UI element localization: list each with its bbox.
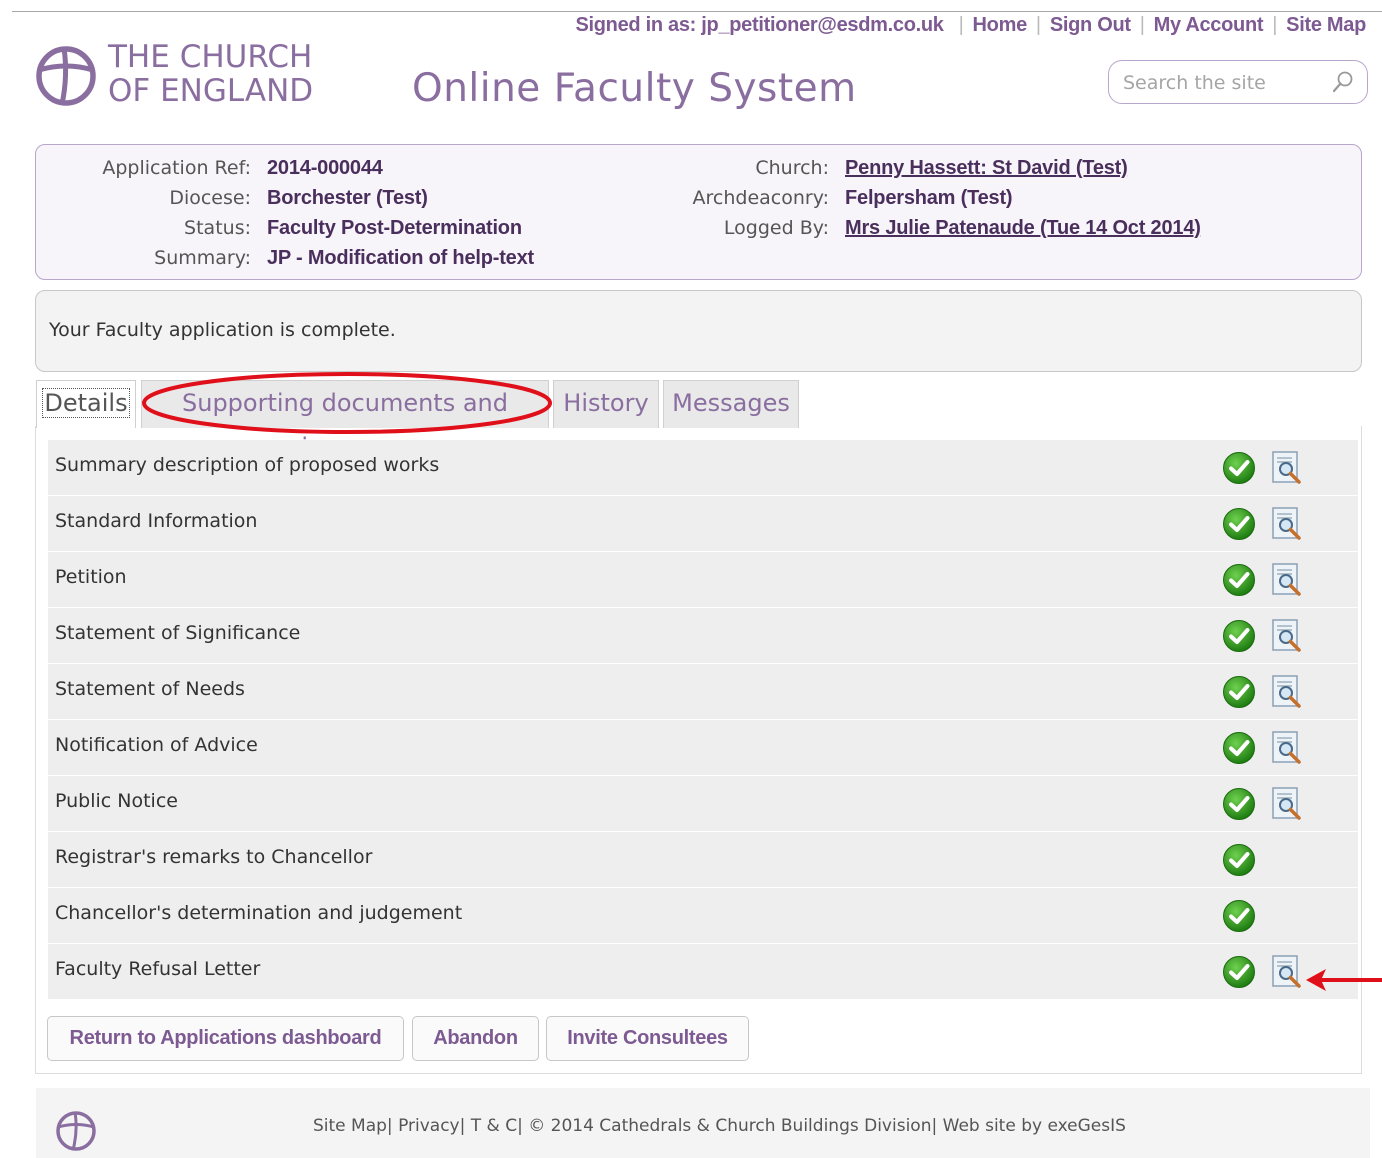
green-check-icon <box>1222 451 1256 485</box>
footer-site-map-link[interactable]: Site Map <box>313 1116 387 1136</box>
document-magnifier-icon[interactable] <box>1270 730 1304 766</box>
church-link[interactable]: Penny Hassett: St David (Test) <box>845 154 1128 182</box>
section-label: Petition <box>55 566 127 588</box>
section-label: Summary description of proposed works <box>55 454 440 476</box>
logo-line-1: THE CHURCH <box>108 39 313 75</box>
footer-church-logo-icon <box>56 1111 96 1151</box>
section-label: Standard Information <box>55 510 258 532</box>
nav-sign-out-link[interactable]: Sign Out <box>1050 14 1131 37</box>
church-logo-icon <box>36 46 96 106</box>
green-check-icon <box>1222 899 1256 933</box>
green-check-icon <box>1222 787 1256 821</box>
diocese-value: Borchester (Test) <box>267 187 428 209</box>
search-icon[interactable] <box>1331 70 1355 94</box>
green-check-icon <box>1222 731 1256 765</box>
status-value: Faculty Post-Determination <box>267 217 522 239</box>
return-to-dashboard-button[interactable]: Return to Applications dashboard <box>47 1016 404 1061</box>
section-row: Chancellor's determination and judgement <box>48 888 1358 944</box>
document-magnifier-icon[interactable] <box>1270 674 1304 710</box>
abandon-button[interactable]: Abandon <box>412 1016 539 1061</box>
section-row: Petition <box>48 552 1358 608</box>
section-row: Notification of Advice <box>48 720 1358 776</box>
footer-terms-link[interactable]: T & C <box>471 1116 517 1136</box>
section-label: Statement of Needs <box>55 678 245 700</box>
section-label: Chancellor's determination and judgement <box>55 902 463 924</box>
search-input[interactable] <box>1121 69 1325 97</box>
footer-copyright: © 2014 Cathedrals & Church Buildings Div… <box>528 1116 932 1136</box>
summary-label: Summary: <box>154 247 251 269</box>
status-label: Status: <box>184 217 251 239</box>
document-magnifier-icon[interactable] <box>1270 618 1304 654</box>
summary-value: JP - Modification of help-text <box>267 247 534 269</box>
section-row: Registrar's remarks to Chancellor <box>48 832 1358 888</box>
logged-by-label: Logged By: <box>723 217 829 239</box>
section-label: Registrar's remarks to Chancellor <box>55 846 373 868</box>
section-label: Notification of Advice <box>55 734 258 756</box>
section-row: Standard Information <box>48 496 1358 552</box>
search-box <box>1108 60 1368 104</box>
green-check-icon <box>1222 507 1256 541</box>
section-label: Public Notice <box>55 790 178 812</box>
section-list: Summary description of proposed works Sta… <box>48 440 1358 1000</box>
green-check-icon <box>1222 619 1256 653</box>
annotation-red-ellipse <box>142 372 552 434</box>
tab-details[interactable]: Details <box>36 380 136 428</box>
signed-in-text: Signed in as: jp_petitioner@esdm.co.uk <box>575 13 944 36</box>
nav-site-map-link[interactable]: Site Map <box>1286 14 1366 37</box>
section-row: Statement of Needs <box>48 664 1358 720</box>
top-nav: Signed in as: jp_petitioner@esdm.co.uk |… <box>575 13 1366 37</box>
footer-web-credit-link[interactable]: Web site by exeGesIS <box>943 1116 1126 1136</box>
diocese-label: Diocese: <box>169 187 251 209</box>
document-magnifier-icon[interactable] <box>1270 954 1304 990</box>
section-row: Public Notice <box>48 776 1358 832</box>
section-row: Statement of Significance <box>48 608 1358 664</box>
site-title: Online Faculty System <box>412 66 857 111</box>
tab-messages[interactable]: Messages <box>663 380 799 428</box>
footer: Site Map| Privacy| T & C| © 2014 Cathedr… <box>36 1088 1370 1158</box>
section-label: Faculty Refusal Letter <box>55 958 261 980</box>
green-check-icon <box>1222 675 1256 709</box>
document-magnifier-icon[interactable] <box>1270 506 1304 542</box>
completion-message-box: Your Faculty application is complete. <box>35 290 1362 372</box>
section-label: Statement of Significance <box>55 622 301 644</box>
footer-links: Site Map| Privacy| T & C| © 2014 Cathedr… <box>313 1116 1126 1136</box>
completion-message: Your Faculty application is complete. <box>49 319 396 341</box>
invite-consultees-button[interactable]: Invite Consultees <box>546 1016 749 1061</box>
green-check-icon <box>1222 563 1256 597</box>
tab-history[interactable]: History <box>553 380 659 428</box>
nav-home-link[interactable]: Home <box>973 14 1028 37</box>
church-of-england-logo[interactable]: THE CHURCH OF ENGLAND <box>34 40 344 110</box>
archdeaconry-label: Archdeaconry: <box>692 187 829 209</box>
annotation-red-arrow <box>1306 969 1382 991</box>
logo-line-2: OF ENGLAND <box>108 73 314 109</box>
nav-my-account-link[interactable]: My Account <box>1154 14 1264 37</box>
section-row: Faculty Refusal Letter <box>48 944 1358 1000</box>
document-magnifier-icon[interactable] <box>1270 786 1304 822</box>
application-ref-value: 2014-000044 <box>267 157 383 179</box>
church-label: Church: <box>755 157 829 179</box>
footer-privacy-link[interactable]: Privacy <box>398 1116 460 1136</box>
document-magnifier-icon[interactable] <box>1270 562 1304 598</box>
application-info-panel: Application Ref: 2014-000044 Diocese: Bo… <box>35 144 1362 280</box>
green-check-icon <box>1222 843 1256 877</box>
ref-label: Application Ref: <box>102 157 251 179</box>
archdeaconry-value: Felpersham (Test) <box>845 187 1013 209</box>
green-check-icon <box>1222 955 1256 989</box>
section-row: Summary description of proposed works <box>48 440 1358 496</box>
document-magnifier-icon[interactable] <box>1270 450 1304 486</box>
logged-by-link[interactable]: Mrs Julie Patenaude (Tue 14 Oct 2014) <box>845 214 1201 242</box>
